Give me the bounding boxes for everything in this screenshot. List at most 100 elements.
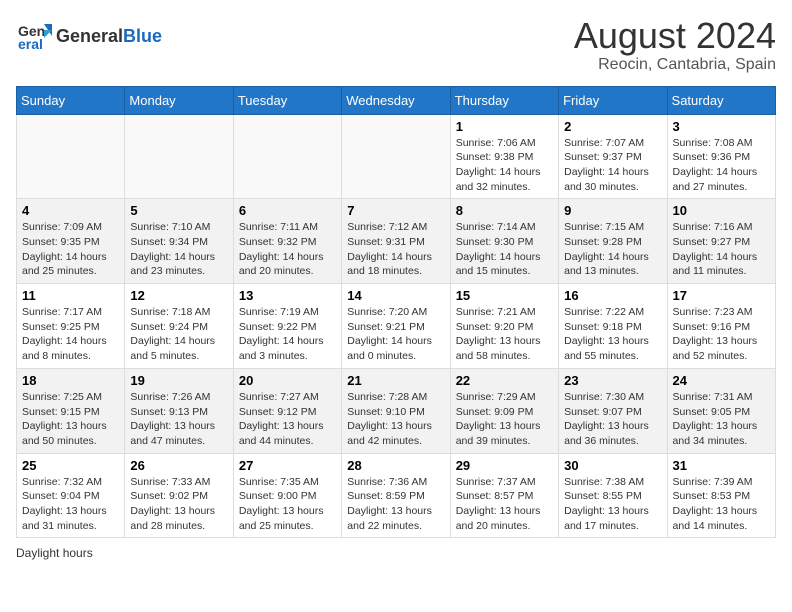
day-number: 17 bbox=[673, 288, 770, 303]
calendar-cell: 29 Sunrise: 7:37 AM Sunset: 8:57 PM Dayli… bbox=[450, 453, 558, 538]
calendar-cell: 31Sunrise: 7:39 AM Sunset: 8:53 PM Dayli… bbox=[667, 453, 775, 538]
calendar-week-3: 11 Sunrise: 7:17 AM Sunset: 9:25 PM Dayli… bbox=[17, 284, 776, 369]
logo-text-blue: Blue bbox=[123, 27, 162, 47]
calendar-cell: 11 Sunrise: 7:17 AM Sunset: 9:25 PM Dayli… bbox=[17, 284, 125, 369]
day-info: Sunrise: 7:17 AM Sunset: 9:25 PM Dayligh… bbox=[22, 305, 119, 364]
day-info: Sunrise: 7:06 AM Sunset: 9:38 PM Dayligh… bbox=[456, 136, 553, 195]
calendar-week-2: 4 Sunrise: 7:09 AM Sunset: 9:35 PM Daylig… bbox=[17, 199, 776, 284]
day-number: 30 bbox=[564, 458, 661, 473]
day-info: Sunrise: 7:12 AM Sunset: 9:31 PM Dayligh… bbox=[347, 220, 444, 279]
day-number: 27 bbox=[239, 458, 336, 473]
day-number: 29 bbox=[456, 458, 553, 473]
day-info: Sunrise: 7:20 AM Sunset: 9:21 PM Dayligh… bbox=[347, 305, 444, 364]
day-info: Sunrise: 7:26 AM Sunset: 9:13 PM Dayligh… bbox=[130, 390, 227, 449]
day-number: 26 bbox=[130, 458, 227, 473]
title-area: August 2024 Reocin, Cantabria, Spain bbox=[574, 16, 776, 74]
day-number: 13 bbox=[239, 288, 336, 303]
day-info: Sunrise: 7:29 AM Sunset: 9:09 PM Dayligh… bbox=[456, 390, 553, 449]
calendar-cell: 16 Sunrise: 7:22 AM Sunset: 9:18 PM Dayli… bbox=[559, 284, 667, 369]
calendar-cell: 20 Sunrise: 7:27 AM Sunset: 9:12 PM Dayli… bbox=[233, 368, 341, 453]
logo: Gen eral General Blue bbox=[16, 16, 162, 57]
calendar-cell: 10 Sunrise: 7:16 AM Sunset: 9:27 PM Dayli… bbox=[667, 199, 775, 284]
weekday-header-saturday: Saturday bbox=[667, 86, 775, 114]
day-number: 12 bbox=[130, 288, 227, 303]
logo-text-general: General bbox=[56, 27, 123, 47]
calendar-cell: 15Sunrise: 7:21 AM Sunset: 9:20 PM Dayli… bbox=[450, 284, 558, 369]
weekday-header-wednesday: Wednesday bbox=[342, 86, 450, 114]
day-number: 28 bbox=[347, 458, 444, 473]
day-info: Sunrise: 7:22 AM Sunset: 9:18 PM Dayligh… bbox=[564, 305, 661, 364]
day-info: Sunrise: 7:10 AM Sunset: 9:34 PM Dayligh… bbox=[130, 220, 227, 279]
day-number: 14 bbox=[347, 288, 444, 303]
day-info: Sunrise: 7:08 AM Sunset: 9:36 PM Dayligh… bbox=[673, 136, 770, 195]
weekday-header-row: SundayMondayTuesdayWednesdayThursdayFrid… bbox=[17, 86, 776, 114]
weekday-header-friday: Friday bbox=[559, 86, 667, 114]
day-number: 5 bbox=[130, 203, 227, 218]
weekday-header-sunday: Sunday bbox=[17, 86, 125, 114]
day-info: Sunrise: 7:38 AM Sunset: 8:55 PM Dayligh… bbox=[564, 475, 661, 534]
day-number: 16 bbox=[564, 288, 661, 303]
calendar-cell: 17 Sunrise: 7:23 AM Sunset: 9:16 PM Dayli… bbox=[667, 284, 775, 369]
weekday-header-tuesday: Tuesday bbox=[233, 86, 341, 114]
logo-graphic: Gen eral bbox=[16, 16, 52, 57]
day-info: Sunrise: 7:19 AM Sunset: 9:22 PM Dayligh… bbox=[239, 305, 336, 364]
subtitle: Reocin, Cantabria, Spain bbox=[574, 56, 776, 74]
day-info: Sunrise: 7:15 AM Sunset: 9:28 PM Dayligh… bbox=[564, 220, 661, 279]
day-info: Sunrise: 7:37 AM Sunset: 8:57 PM Dayligh… bbox=[456, 475, 553, 534]
calendar-cell: 3 Sunrise: 7:08 AM Sunset: 9:36 PM Daylig… bbox=[667, 114, 775, 199]
day-info: Sunrise: 7:39 AM Sunset: 8:53 PM Dayligh… bbox=[673, 475, 770, 534]
calendar-cell: 13 Sunrise: 7:19 AM Sunset: 9:22 PM Dayli… bbox=[233, 284, 341, 369]
day-number: 15 bbox=[456, 288, 553, 303]
calendar-week-4: 18Sunrise: 7:25 AM Sunset: 9:15 PM Dayli… bbox=[17, 368, 776, 453]
day-number: 24 bbox=[673, 373, 770, 388]
calendar-cell: 7 Sunrise: 7:12 AM Sunset: 9:31 PM Daylig… bbox=[342, 199, 450, 284]
day-number: 1 bbox=[456, 119, 553, 134]
calendar-cell: 6Sunrise: 7:11 AM Sunset: 9:32 PM Daylig… bbox=[233, 199, 341, 284]
calendar-cell: 18Sunrise: 7:25 AM Sunset: 9:15 PM Dayli… bbox=[17, 368, 125, 453]
day-info: Sunrise: 7:09 AM Sunset: 9:35 PM Dayligh… bbox=[22, 220, 119, 279]
day-number: 8 bbox=[456, 203, 553, 218]
day-number: 6 bbox=[239, 203, 336, 218]
day-number: 21 bbox=[347, 373, 444, 388]
day-number: 20 bbox=[239, 373, 336, 388]
calendar-table: SundayMondayTuesdayWednesdayThursdayFrid… bbox=[16, 86, 776, 539]
day-info: Sunrise: 7:23 AM Sunset: 9:16 PM Dayligh… bbox=[673, 305, 770, 364]
day-info: Sunrise: 7:18 AM Sunset: 9:24 PM Dayligh… bbox=[130, 305, 227, 364]
day-info: Sunrise: 7:32 AM Sunset: 9:04 PM Dayligh… bbox=[22, 475, 119, 534]
calendar-cell bbox=[17, 114, 125, 199]
day-info: Sunrise: 7:27 AM Sunset: 9:12 PM Dayligh… bbox=[239, 390, 336, 449]
calendar-cell: 26 Sunrise: 7:33 AM Sunset: 9:02 PM Dayli… bbox=[125, 453, 233, 538]
calendar-cell: 12 Sunrise: 7:18 AM Sunset: 9:24 PM Dayli… bbox=[125, 284, 233, 369]
header: Gen eral General Blue August 2024 Reocin… bbox=[16, 16, 776, 74]
day-info: Sunrise: 7:16 AM Sunset: 9:27 PM Dayligh… bbox=[673, 220, 770, 279]
day-info: Sunrise: 7:28 AM Sunset: 9:10 PM Dayligh… bbox=[347, 390, 444, 449]
day-number: 9 bbox=[564, 203, 661, 218]
calendar-cell bbox=[233, 114, 341, 199]
day-info: Sunrise: 7:36 AM Sunset: 8:59 PM Dayligh… bbox=[347, 475, 444, 534]
main-title: August 2024 bbox=[574, 16, 776, 56]
day-info: Sunrise: 7:14 AM Sunset: 9:30 PM Dayligh… bbox=[456, 220, 553, 279]
calendar-cell: 21 Sunrise: 7:28 AM Sunset: 9:10 PM Dayli… bbox=[342, 368, 450, 453]
day-number: 2 bbox=[564, 119, 661, 134]
calendar-cell: 25Sunrise: 7:32 AM Sunset: 9:04 PM Dayli… bbox=[17, 453, 125, 538]
day-info: Sunrise: 7:30 AM Sunset: 9:07 PM Dayligh… bbox=[564, 390, 661, 449]
day-number: 23 bbox=[564, 373, 661, 388]
calendar-cell: 5 Sunrise: 7:10 AM Sunset: 9:34 PM Daylig… bbox=[125, 199, 233, 284]
svg-text:eral: eral bbox=[18, 36, 43, 52]
day-number: 11 bbox=[22, 288, 119, 303]
calendar-cell: 4 Sunrise: 7:09 AM Sunset: 9:35 PM Daylig… bbox=[17, 199, 125, 284]
day-number: 3 bbox=[673, 119, 770, 134]
day-info: Sunrise: 7:33 AM Sunset: 9:02 PM Dayligh… bbox=[130, 475, 227, 534]
day-number: 7 bbox=[347, 203, 444, 218]
calendar-cell: 14 Sunrise: 7:20 AM Sunset: 9:21 PM Dayli… bbox=[342, 284, 450, 369]
calendar-cell: 1 Sunrise: 7:06 AM Sunset: 9:38 PM Daylig… bbox=[450, 114, 558, 199]
footer-note: Daylight hours bbox=[16, 546, 776, 560]
day-number: 4 bbox=[22, 203, 119, 218]
day-info: Sunrise: 7:25 AM Sunset: 9:15 PM Dayligh… bbox=[22, 390, 119, 449]
day-number: 10 bbox=[673, 203, 770, 218]
calendar-cell: 22 Sunrise: 7:29 AM Sunset: 9:09 PM Dayli… bbox=[450, 368, 558, 453]
calendar-cell: 30 Sunrise: 7:38 AM Sunset: 8:55 PM Dayli… bbox=[559, 453, 667, 538]
day-info: Sunrise: 7:07 AM Sunset: 9:37 PM Dayligh… bbox=[564, 136, 661, 195]
day-number: 22 bbox=[456, 373, 553, 388]
day-info: Sunrise: 7:31 AM Sunset: 9:05 PM Dayligh… bbox=[673, 390, 770, 449]
